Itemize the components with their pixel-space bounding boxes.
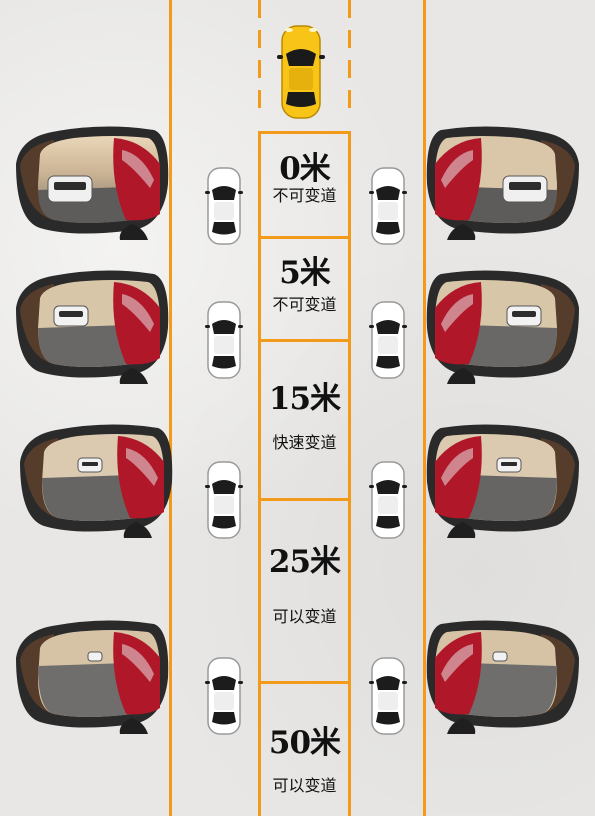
segment-advice: 可以变道 [272,776,337,795]
white-car-icon [369,656,407,736]
yellow-car-icon [276,24,326,120]
segment-50m: 50米 可以变道 [261,726,348,796]
segment-distance: 15米 [268,381,341,417]
side-mirror-icon [425,422,581,540]
segment-distance: 50米 [268,725,341,761]
white-car-icon [205,460,243,540]
side-mirror-icon [425,124,581,242]
lane-divider-left-dashed [258,0,261,120]
side-mirror-icon [18,422,174,540]
white-car-icon [205,166,243,246]
segment-line-0 [258,131,351,134]
segment-0m: 0米 不可变道 [261,152,348,206]
white-car-icon [369,166,407,246]
segment-advice: 不可变道 [272,295,337,314]
side-mirror-icon [14,124,170,242]
segment-line-3 [258,498,351,501]
side-mirror-icon [14,268,170,386]
segment-5m: 5米 不可变道 [261,256,348,315]
side-mirror-icon [425,618,581,736]
segment-line-1 [258,236,351,239]
segment-distance: 5米 [279,255,331,291]
lane-divider-right-dashed [348,0,351,120]
segment-advice: 快速变道 [272,433,337,452]
white-car-icon [205,300,243,380]
white-car-icon [369,300,407,380]
white-car-icon [205,656,243,736]
segment-line-2 [258,339,351,342]
segment-line-4 [258,681,351,684]
segment-25m: 25米 可以变道 [261,545,348,627]
segment-distance: 25米 [268,544,341,580]
white-car-icon [369,460,407,540]
side-mirror-icon [425,268,581,386]
segment-advice: 不可变道 [272,186,337,205]
side-mirror-icon [14,618,170,736]
segment-distance: 0米 [279,151,331,187]
segment-advice: 可以变道 [272,607,337,626]
segment-15m: 15米 快速变道 [261,382,348,453]
